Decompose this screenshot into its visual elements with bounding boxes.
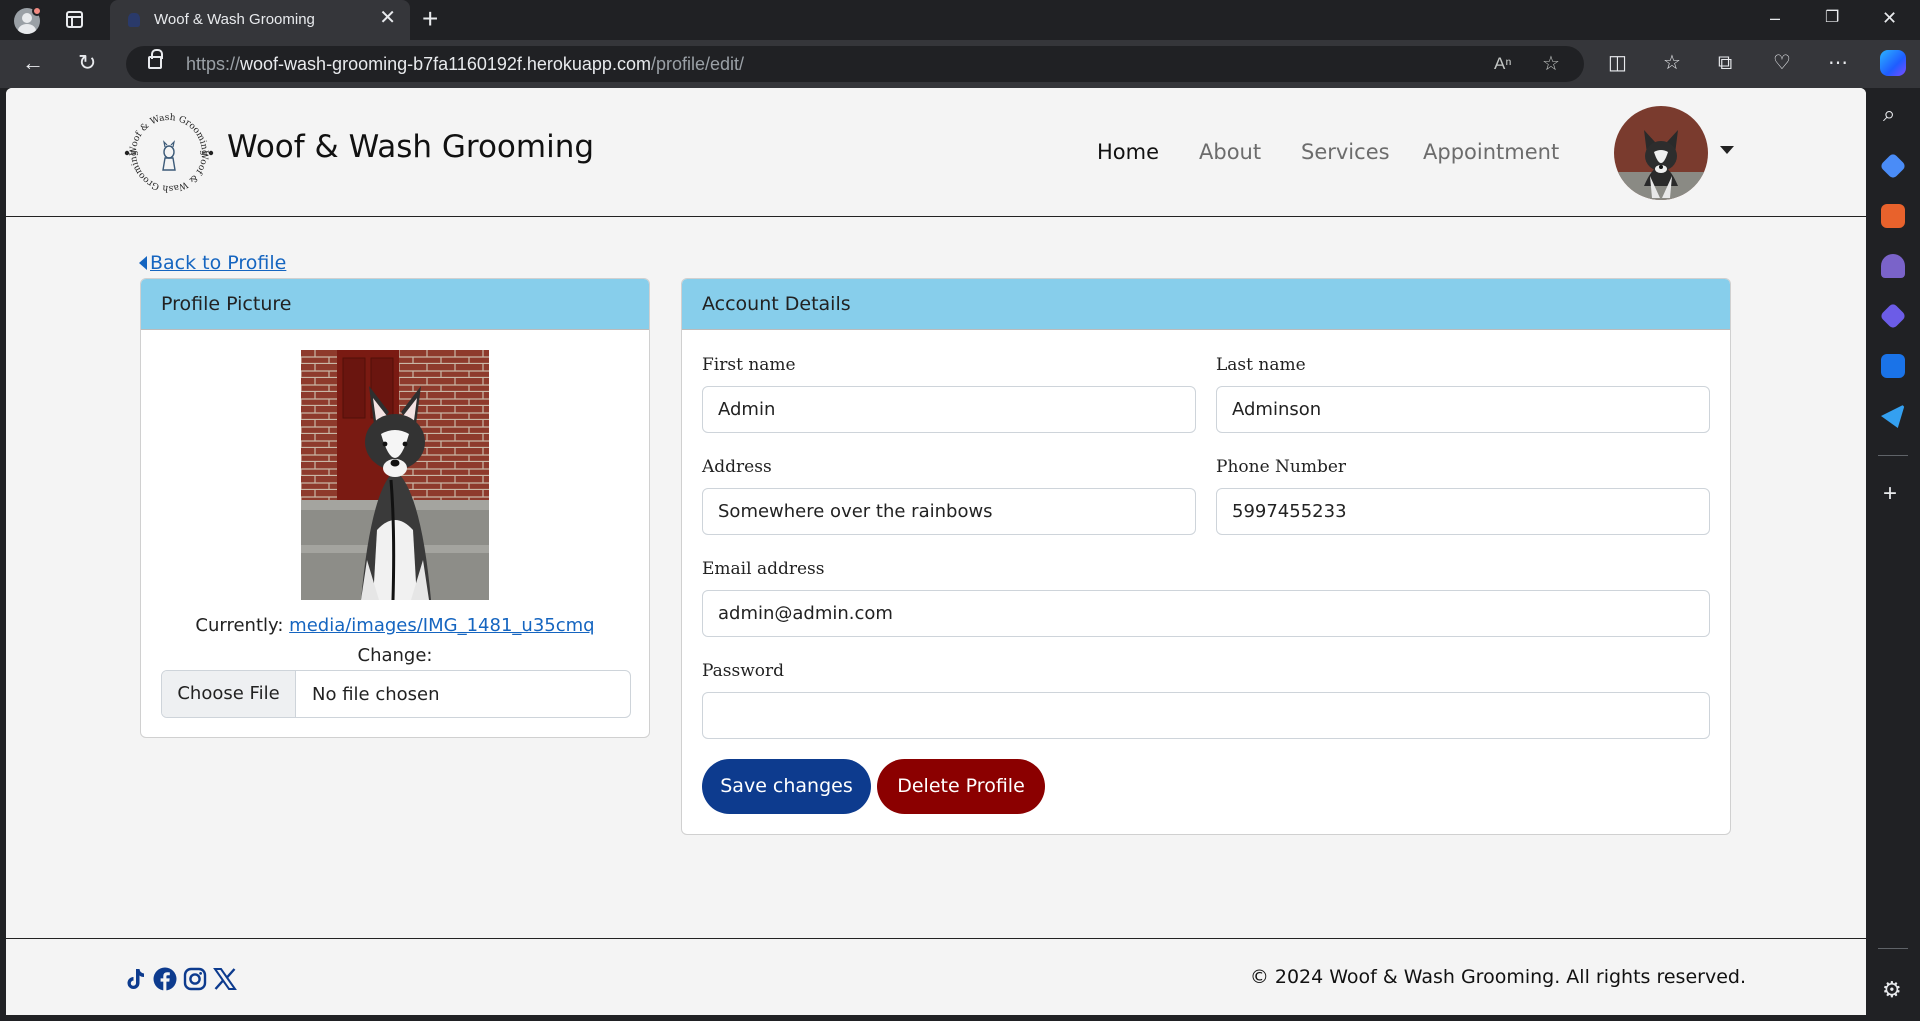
close-tab-icon[interactable]: ✕	[379, 8, 396, 28]
more-menu-icon[interactable]: ⋯	[1828, 50, 1848, 76]
sidebar-search-icon[interactable]: ⌕	[1883, 102, 1895, 126]
currently-label: Currently:	[195, 615, 284, 636]
choose-file-button[interactable]: Choose File	[162, 671, 296, 717]
copyright-text: © 2024 Woof & Wash Grooming. All rights …	[1249, 966, 1746, 988]
x-icon[interactable]	[213, 967, 237, 991]
site-brand[interactable]: Woof & Wash Grooming	[227, 129, 594, 165]
current-file-row: Currently: media/images/IMG_1481_u35cmq	[141, 615, 649, 636]
url-text: https://woof-wash-grooming-b7fa1160192f.…	[186, 54, 745, 74]
card-title: Account Details	[702, 293, 851, 315]
save-changes-button[interactable]: Save changes	[702, 759, 871, 814]
current-file-link[interactable]: media/images/IMG_1481_u35cmq	[289, 615, 594, 636]
svg-text:Woof & Wash Grooming: Woof & Wash Grooming	[129, 113, 209, 156]
back-to-profile-link[interactable]: Back to Profile	[150, 252, 286, 274]
address-label: Address	[702, 457, 772, 477]
close-window-icon[interactable]: ✕	[1882, 6, 1897, 30]
minimize-icon[interactable]: –	[1770, 6, 1780, 30]
file-status: No file chosen	[312, 684, 440, 705]
password-input[interactable]	[702, 692, 1710, 739]
split-screen-icon[interactable]: ◫	[1608, 50, 1627, 76]
copilot-icon[interactable]	[1880, 50, 1906, 76]
card-header: Profile Picture	[141, 279, 649, 330]
first-name-label: First name	[702, 355, 796, 375]
user-avatar[interactable]	[1614, 106, 1708, 200]
browser-tab[interactable]: Woof & Wash Grooming ✕	[110, 0, 410, 40]
email-input[interactable]: admin@admin.com	[702, 590, 1710, 637]
facebook-icon[interactable]	[153, 967, 177, 991]
card-header: Account Details	[682, 279, 1730, 330]
nav-about[interactable]: About	[1199, 140, 1261, 164]
change-label: Change:	[357, 645, 433, 666]
account-details-card: Account Details First name Admin Last na…	[681, 278, 1731, 835]
site-footer: © 2024 Woof & Wash Grooming. All rights …	[6, 938, 1866, 1015]
back-caret-icon	[139, 256, 147, 270]
browser-toolbar: ← ↻ https://woof-wash-grooming-b7fa11601…	[0, 40, 1920, 88]
delete-profile-button[interactable]: Delete Profile	[877, 759, 1045, 814]
phone-input[interactable]: 5997455233	[1216, 488, 1710, 535]
nav-home[interactable]: Home	[1097, 140, 1159, 164]
tab-actions-icon[interactable]	[66, 11, 83, 28]
add-sidebar-app-icon[interactable]: +	[1883, 482, 1897, 506]
read-aloud-icon[interactable]: Aⁿ	[1494, 52, 1512, 76]
send-icon[interactable]	[1881, 404, 1905, 428]
svg-text:Woof & Wash Grooming: Woof & Wash Grooming	[129, 150, 209, 193]
shopping-tag-icon[interactable]	[1879, 152, 1907, 180]
favorites-icon[interactable]: ☆	[1663, 50, 1681, 76]
favicon-icon	[128, 13, 140, 27]
last-name-label: Last name	[1216, 355, 1306, 375]
phone-label: Phone Number	[1216, 457, 1347, 477]
office-icon[interactable]	[1879, 302, 1907, 330]
outlook-icon[interactable]	[1881, 354, 1905, 378]
games-icon[interactable]	[1881, 254, 1905, 278]
sidebar-divider	[1878, 948, 1908, 949]
tools-icon[interactable]	[1881, 204, 1905, 228]
nav-services[interactable]: Services	[1301, 140, 1390, 164]
last-name-input[interactable]: Adminson	[1216, 386, 1710, 433]
new-tab-icon[interactable]: +	[422, 4, 438, 34]
first-name-input[interactable]: Admin	[702, 386, 1196, 433]
nav-appointment[interactable]: Appointment	[1423, 140, 1559, 164]
favorite-star-icon[interactable]: ☆	[1542, 52, 1560, 76]
browser-titlebar: Woof & Wash Grooming ✕ + – ❐ ✕	[0, 0, 1920, 40]
sidebar-divider	[1878, 455, 1908, 456]
browser-essentials-icon[interactable]: ♡	[1773, 50, 1791, 76]
collections-icon[interactable]: ⧉	[1718, 50, 1732, 76]
site-logo[interactable]: Woof & Wash Grooming Woof & Wash Groomin…	[122, 106, 216, 200]
notification-dot	[32, 6, 42, 16]
web-page: Woof & Wash Grooming Woof & Wash Groomin…	[6, 88, 1866, 1015]
password-label: Password	[702, 661, 785, 681]
user-menu-caret-icon[interactable]	[1720, 146, 1734, 154]
email-label: Email address	[702, 559, 825, 579]
back-icon[interactable]: ←	[22, 50, 44, 76]
profile-picture-card: Profile Picture Currently: media/images/…	[140, 278, 650, 738]
card-title: Profile Picture	[161, 293, 292, 315]
lock-icon[interactable]	[148, 49, 163, 69]
sidebar-settings-icon[interactable]: ⚙	[1882, 978, 1902, 1002]
restore-icon[interactable]: ❐	[1825, 6, 1839, 30]
profile-photo	[301, 350, 489, 600]
address-input[interactable]: Somewhere over the rainbows	[702, 488, 1196, 535]
profile-picture-file-input[interactable]: Choose File No file chosen	[161, 670, 631, 718]
instagram-icon[interactable]	[183, 967, 207, 991]
refresh-icon[interactable]: ↻	[78, 50, 96, 76]
tab-title: Woof & Wash Grooming	[154, 11, 315, 28]
tiktok-icon[interactable]	[123, 967, 147, 991]
address-bar[interactable]: https://woof-wash-grooming-b7fa1160192f.…	[126, 46, 1584, 82]
browser-sidebar: ⌕ + ⚙	[1866, 88, 1920, 1021]
site-header: Woof & Wash Grooming Woof & Wash Groomin…	[6, 88, 1866, 217]
